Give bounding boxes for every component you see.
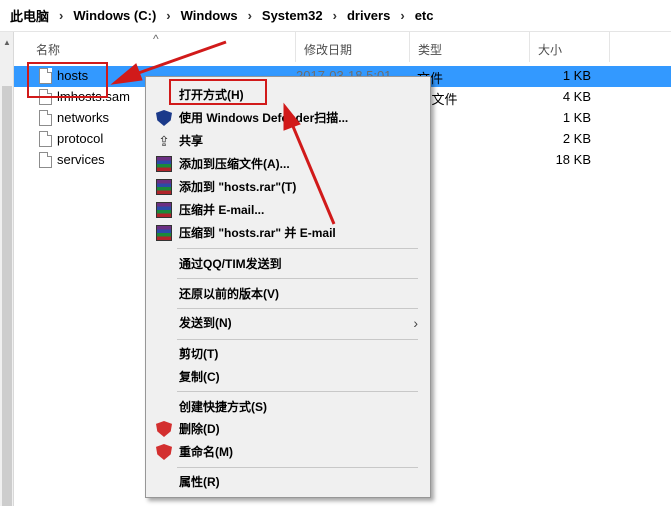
menu-label-restore: 还原以前的版本(V) xyxy=(179,287,279,301)
file-icon xyxy=(39,110,52,126)
defender-shield-icon xyxy=(156,110,172,126)
file-size: 18 KB xyxy=(555,152,591,167)
menu-separator xyxy=(177,278,418,279)
address-bar[interactable]: 此电脑 › Windows (C:) › Windows › System32 … xyxy=(0,0,671,32)
menu-item-copy[interactable]: 复制(C) xyxy=(148,366,428,388)
winrar-icon xyxy=(156,202,172,218)
annotation-box-open-with xyxy=(169,79,267,105)
menu-label-send-to: 发送到(N) xyxy=(179,316,232,330)
uac-shield-icon xyxy=(156,444,172,460)
breadcrumb-drivers[interactable]: drivers xyxy=(343,8,394,23)
menu-separator xyxy=(177,391,418,392)
column-header: ^ 名称 修改日期 类型 大小 xyxy=(14,32,671,62)
winrar-icon xyxy=(156,156,172,172)
menu-item-delete[interactable]: 删除(D) xyxy=(148,418,428,440)
chevron-right-icon: › xyxy=(413,315,418,331)
menu-label-add-rar: 添加到 "hosts.rar"(T) xyxy=(179,180,297,194)
chevron-right-icon[interactable]: › xyxy=(327,8,343,23)
file-icon xyxy=(39,152,52,168)
menu-item-add-rar[interactable]: 添加到 "hosts.rar"(T) xyxy=(148,176,428,198)
menu-separator xyxy=(177,339,418,340)
menu-label-delete: 删除(D) xyxy=(179,422,220,436)
column-name[interactable]: 名称 xyxy=(28,32,296,62)
winrar-icon xyxy=(156,225,172,241)
breadcrumb-this-pc[interactable]: 此电脑 xyxy=(6,6,53,25)
chevron-right-icon[interactable]: › xyxy=(160,8,176,23)
menu-separator xyxy=(177,467,418,468)
menu-item-add-archive[interactable]: 添加到压缩文件(A)... xyxy=(148,153,428,175)
chevron-right-icon[interactable]: › xyxy=(53,8,69,23)
breadcrumb-system32[interactable]: System32 xyxy=(258,8,327,23)
context-menu: 打开方式(H) 使用 Windows Defender扫描... ⇪ 共享 添加… xyxy=(145,76,431,498)
file-size: 1 KB xyxy=(562,68,591,83)
column-size[interactable]: 大小 xyxy=(530,32,610,62)
navigation-pane-scrollbar[interactable]: ▲ xyxy=(0,32,14,506)
file-size: 2 KB xyxy=(562,131,591,146)
file-size: 4 KB xyxy=(562,89,591,104)
menu-item-properties[interactable]: 属性(R) xyxy=(148,471,428,493)
menu-label-compress-email: 压缩并 E-mail... xyxy=(179,203,265,217)
menu-separator xyxy=(177,308,418,309)
menu-item-rename[interactable]: 重命名(M) xyxy=(148,441,428,463)
menu-item-cut[interactable]: 剪切(T) xyxy=(148,343,428,365)
annotation-box-hosts xyxy=(27,62,108,98)
breadcrumb-etc[interactable]: etc xyxy=(411,8,438,23)
menu-label-compress-rar-email: 压缩到 "hosts.rar" 并 E-mail xyxy=(179,226,336,240)
menu-item-restore-versions[interactable]: 还原以前的版本(V) xyxy=(148,283,428,305)
file-size: 1 KB xyxy=(562,110,591,125)
file-name: networks xyxy=(57,110,110,125)
scrollbar-thumb[interactable] xyxy=(2,86,12,506)
menu-label-rename: 重命名(M) xyxy=(179,445,233,459)
menu-separator xyxy=(177,248,418,249)
menu-label-cut: 剪切(T) xyxy=(179,347,219,361)
file-icon xyxy=(39,131,52,147)
file-name: services xyxy=(57,152,105,167)
breadcrumb-windows[interactable]: Windows xyxy=(177,8,242,23)
menu-label-properties: 属性(R) xyxy=(179,475,220,489)
menu-item-share[interactable]: ⇪ 共享 xyxy=(148,130,428,152)
menu-item-send-to[interactable]: 发送到(N) › xyxy=(148,312,428,334)
chevron-right-icon[interactable]: › xyxy=(242,8,258,23)
chevron-right-icon[interactable]: › xyxy=(394,8,410,23)
menu-label-shortcut: 创建快捷方式(S) xyxy=(179,400,267,414)
menu-label-share: 共享 xyxy=(179,134,204,148)
column-type[interactable]: 类型 xyxy=(410,32,530,62)
menu-item-send-qq[interactable]: 通过QQ/TIM发送到 xyxy=(148,253,428,275)
share-icon: ⇪ xyxy=(158,133,170,149)
scroll-up-icon[interactable]: ▲ xyxy=(0,38,14,47)
menu-item-compress-rar-email[interactable]: 压缩到 "hosts.rar" 并 E-mail xyxy=(148,222,428,244)
menu-item-create-shortcut[interactable]: 创建快捷方式(S) xyxy=(148,396,428,418)
uac-shield-icon xyxy=(156,421,172,437)
winrar-icon xyxy=(156,179,172,195)
menu-label-send-qq: 通过QQ/TIM发送到 xyxy=(179,257,282,271)
menu-item-compress-email[interactable]: 压缩并 E-mail... xyxy=(148,199,428,221)
breadcrumb-windows-c[interactable]: Windows (C:) xyxy=(69,8,160,23)
file-name: protocol xyxy=(57,131,104,146)
menu-label-add-archive: 添加到压缩文件(A)... xyxy=(179,157,290,171)
menu-label-defender: 使用 Windows Defender扫描... xyxy=(179,111,349,125)
menu-item-defender-scan[interactable]: 使用 Windows Defender扫描... xyxy=(148,107,428,129)
menu-label-copy: 复制(C) xyxy=(179,370,220,384)
column-date[interactable]: 修改日期 xyxy=(296,32,410,62)
